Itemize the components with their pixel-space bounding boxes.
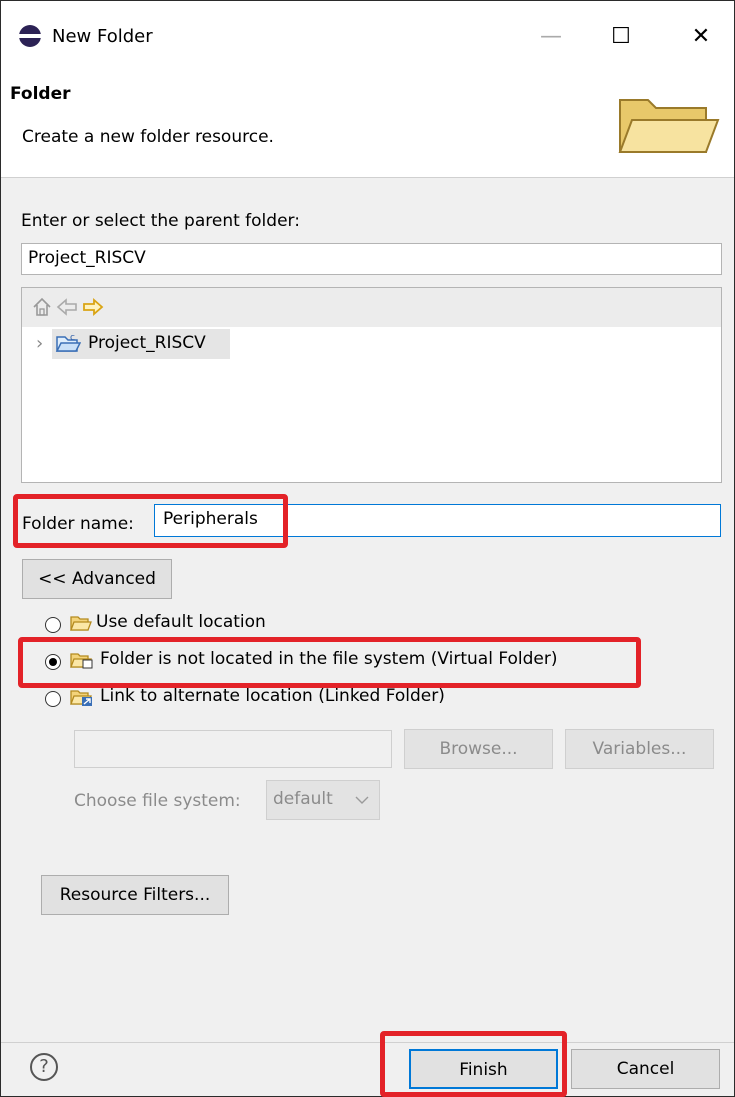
tree-item-label[interactable]: Project_RISCV [88, 333, 206, 353]
folder-icon [70, 616, 92, 631]
minimize-button[interactable]: — [528, 18, 574, 56]
forward-arrow-icon[interactable] [82, 297, 104, 317]
file-system-select-value: default [273, 789, 333, 809]
chevron-down-icon [355, 796, 369, 804]
page-title: Folder [10, 84, 71, 104]
radio-default-location-label[interactable]: Use default location [96, 612, 266, 632]
radio-default-location[interactable] [45, 617, 61, 633]
help-icon[interactable]: ? [30, 1053, 58, 1081]
eclipse-logo-icon [19, 25, 41, 47]
cancel-button[interactable]: Cancel [571, 1049, 720, 1089]
window-title: New Folder [52, 26, 153, 47]
resource-filters-button[interactable]: Resource Filters... [41, 875, 229, 915]
tree-expand-chevron[interactable]: › [36, 333, 43, 354]
project-folder-icon: c [55, 333, 81, 352]
folder-name-highlight [13, 494, 288, 548]
parent-folder-label: Enter or select the parent folder: [21, 211, 300, 231]
svg-text:c: c [70, 333, 75, 343]
finish-highlight [380, 1031, 567, 1097]
close-button[interactable]: ✕ [678, 18, 724, 56]
folder-banner-icon [618, 99, 720, 153]
virtual-folder-highlight [18, 637, 641, 688]
choose-file-system-label: Choose file system: [74, 791, 241, 811]
tree-toolbar [22, 288, 721, 327]
linked-location-input[interactable] [74, 730, 392, 768]
home-icon[interactable] [32, 297, 52, 317]
radio-linked-folder[interactable] [45, 691, 61, 707]
maximize-button[interactable]: ☐ [598, 18, 644, 56]
variables-button[interactable]: Variables... [565, 729, 714, 769]
back-arrow-icon[interactable] [56, 297, 78, 317]
linked-folder-icon [70, 690, 92, 706]
page-description: Create a new folder resource. [22, 127, 274, 147]
browse-button[interactable]: Browse... [404, 729, 553, 769]
radio-linked-folder-label[interactable]: Link to alternate location (Linked Folde… [100, 686, 445, 706]
parent-folder-input[interactable]: Project_RISCV [21, 243, 722, 275]
advanced-button[interactable]: << Advanced [22, 559, 172, 599]
